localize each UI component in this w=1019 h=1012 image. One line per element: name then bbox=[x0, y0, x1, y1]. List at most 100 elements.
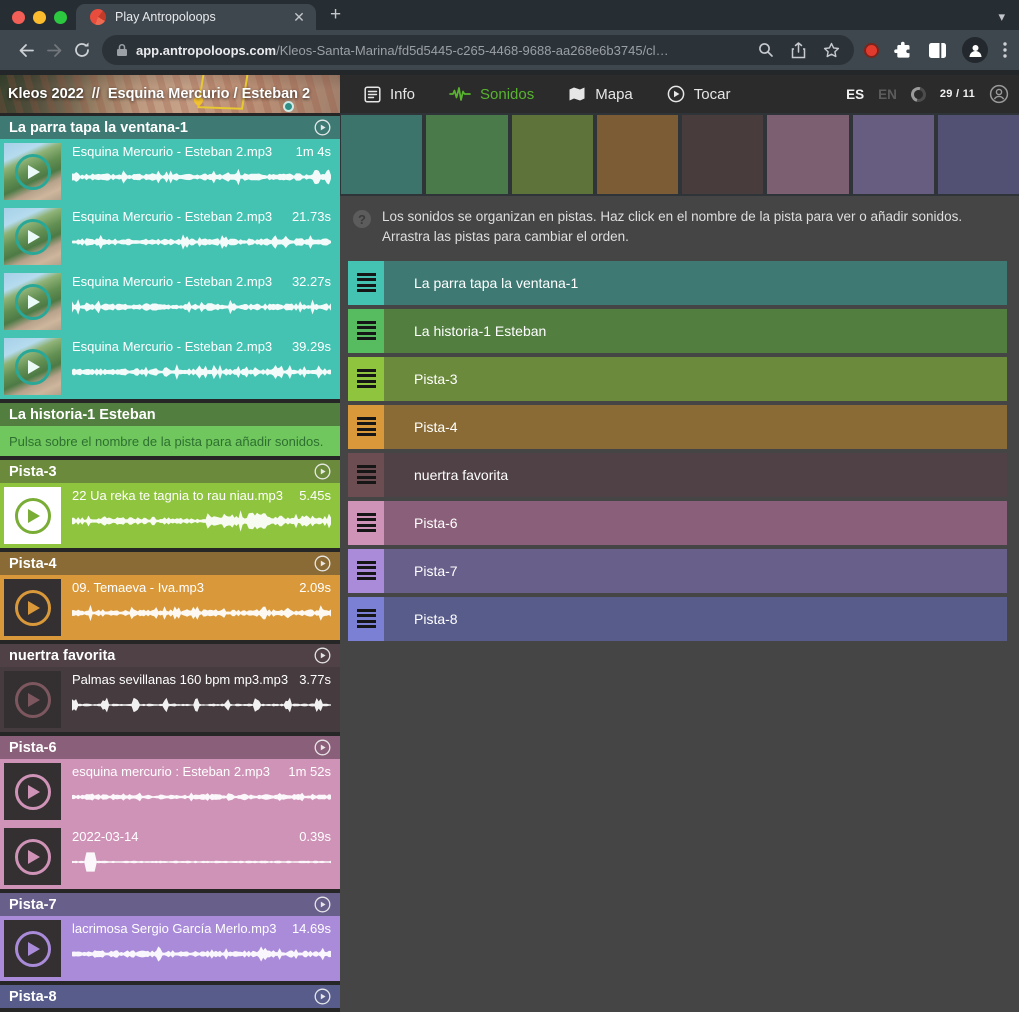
recording-indicator-icon[interactable] bbox=[864, 43, 879, 58]
clip-title: Esquina Mercurio - Esteban 2.mp3 bbox=[72, 339, 282, 354]
track-play-button[interactable] bbox=[314, 463, 331, 480]
audio-clip[interactable]: 09. Temaeva - Iva.mp32.09s bbox=[0, 575, 340, 640]
tab-mapa[interactable]: Mapa bbox=[568, 86, 633, 103]
drag-handle[interactable] bbox=[348, 597, 384, 641]
tab-tocar[interactable]: Tocar bbox=[667, 85, 731, 103]
audio-clip[interactable]: 2022-03-140.39s bbox=[0, 824, 340, 889]
clip-play-button[interactable] bbox=[15, 154, 51, 190]
play-triangle-icon bbox=[28, 509, 40, 523]
sidebar-track-header[interactable]: nuertra favorita bbox=[0, 644, 340, 667]
app-header: Kleos 2022 // Esquina Mercurio / Esteban… bbox=[0, 75, 1019, 113]
sidebar-track-header[interactable]: Pista-6 bbox=[0, 736, 340, 759]
track-play-button[interactable] bbox=[314, 647, 331, 664]
audio-clip[interactable]: Esquina Mercurio - Esteban 2.mp31m 4s bbox=[0, 139, 340, 204]
account-icon[interactable] bbox=[989, 84, 1009, 104]
browser-tab-strip: Play Antropoloops ✕ + ▾ bbox=[0, 0, 1019, 30]
tab-info[interactable]: Info bbox=[364, 86, 415, 103]
app-nav: Info Sonidos Mapa Tocar bbox=[364, 85, 730, 103]
track-row[interactable]: nuertra favorita bbox=[348, 453, 1007, 497]
drag-handle[interactable] bbox=[348, 309, 384, 353]
drag-handle[interactable] bbox=[348, 405, 384, 449]
clip-play-button[interactable] bbox=[15, 349, 51, 385]
track-row[interactable]: La parra tapa la ventana-1 bbox=[348, 261, 1007, 305]
track-row[interactable]: Pista-8 bbox=[348, 597, 1007, 641]
track-play-button[interactable] bbox=[314, 896, 331, 913]
clip-play-button[interactable] bbox=[15, 590, 51, 626]
side-panel-icon[interactable] bbox=[928, 42, 947, 59]
tab-close-icon[interactable]: ✕ bbox=[290, 8, 308, 26]
new-tab-button[interactable]: + bbox=[330, 7, 341, 23]
info-list-icon bbox=[364, 86, 381, 103]
drag-handle[interactable] bbox=[348, 501, 384, 545]
sidebar-track-name: Pista-8 bbox=[9, 989, 57, 1005]
track-row-bar[interactable]: Pista-6 bbox=[384, 501, 1007, 545]
track-row-bar[interactable]: La historia-1 Esteban bbox=[384, 309, 1007, 353]
url-bar[interactable]: app.antropoloops.com/Kleos-Santa-Marina/… bbox=[102, 35, 854, 65]
reload-button[interactable] bbox=[68, 36, 96, 64]
track-row-bar[interactable]: Pista-4 bbox=[384, 405, 1007, 449]
bookmark-star-icon[interactable] bbox=[823, 42, 840, 58]
track-row-bar[interactable]: Pista-8 bbox=[384, 597, 1007, 641]
track-row-bar[interactable]: nuertra favorita bbox=[384, 453, 1007, 497]
drag-handle-icon bbox=[357, 465, 376, 484]
track-play-button[interactable] bbox=[314, 119, 331, 136]
browser-menu-kebab-icon[interactable] bbox=[1003, 42, 1007, 58]
play-triangle-icon bbox=[28, 360, 40, 374]
drag-handle[interactable] bbox=[348, 357, 384, 401]
drag-handle[interactable] bbox=[348, 453, 384, 497]
track-play-button[interactable] bbox=[314, 988, 331, 1005]
breadcrumb-project[interactable]: Kleos 2022 bbox=[8, 86, 84, 102]
profile-avatar[interactable] bbox=[962, 37, 988, 63]
track-row[interactable]: Pista-3 bbox=[348, 357, 1007, 401]
track-row-label: La parra tapa la ventana-1 bbox=[414, 275, 578, 291]
zoom-icon[interactable] bbox=[758, 42, 774, 58]
lang-en-button[interactable]: EN bbox=[878, 87, 897, 102]
clip-duration: 3.77s bbox=[299, 672, 331, 687]
back-button[interactable] bbox=[12, 36, 40, 64]
audio-clip[interactable]: Esquina Mercurio - Esteban 2.mp332.27s bbox=[0, 269, 340, 334]
forward-button[interactable] bbox=[40, 36, 68, 64]
clip-play-button[interactable] bbox=[15, 839, 51, 875]
clip-waveform bbox=[72, 693, 331, 717]
track-row-bar[interactable]: La parra tapa la ventana-1 bbox=[384, 261, 1007, 305]
track-row-bar[interactable]: Pista-7 bbox=[384, 549, 1007, 593]
drag-handle[interactable] bbox=[348, 549, 384, 593]
tab-sonidos[interactable]: Sonidos bbox=[449, 86, 534, 103]
audio-clip[interactable]: lacrimosa Sergio García Merlo.mp314.69s bbox=[0, 916, 340, 981]
clip-play-button[interactable] bbox=[15, 931, 51, 967]
clip-play-button[interactable] bbox=[15, 774, 51, 810]
clip-play-button[interactable] bbox=[15, 219, 51, 255]
sidebar-track-header[interactable]: La historia-1 Esteban bbox=[0, 403, 340, 426]
sidebar-track-header[interactable]: La parra tapa la ventana-1 bbox=[0, 116, 340, 139]
extensions-puzzle-icon[interactable] bbox=[894, 41, 913, 60]
lang-es-button[interactable]: ES bbox=[846, 87, 864, 102]
minimize-window-button[interactable] bbox=[33, 11, 46, 24]
sidebar-track-header[interactable]: Pista-8 bbox=[0, 985, 340, 1008]
track-row[interactable]: Pista-7 bbox=[348, 549, 1007, 593]
track-row-bar[interactable]: Pista-3 bbox=[384, 357, 1007, 401]
clip-play-button[interactable] bbox=[15, 682, 51, 718]
lock-icon bbox=[116, 43, 128, 57]
track-row[interactable]: La historia-1 Esteban bbox=[348, 309, 1007, 353]
audio-clip[interactable]: 22 Ua reka te tagnia to rau niau.mp35.45… bbox=[0, 483, 340, 548]
sidebar-track-header[interactable]: Pista-3 bbox=[0, 460, 340, 483]
sidebar-track-header[interactable]: Pista-7 bbox=[0, 893, 340, 916]
audio-clip[interactable]: esquina mercurio : Esteban 2.mp31m 52s bbox=[0, 759, 340, 824]
audio-clip[interactable]: Esquina Mercurio - Esteban 2.mp321.73s bbox=[0, 204, 340, 269]
drag-handle[interactable] bbox=[348, 261, 384, 305]
track-play-button[interactable] bbox=[314, 555, 331, 572]
fullscreen-window-button[interactable] bbox=[54, 11, 67, 24]
audio-clip[interactable]: Palmas sevillanas 160 bpm mp3.mp33.77s bbox=[0, 667, 340, 732]
audio-clip[interactable]: Esquina Mercurio - Esteban 2.mp339.29s bbox=[0, 334, 340, 399]
share-icon[interactable] bbox=[791, 42, 806, 59]
track-color-swatch bbox=[426, 115, 507, 194]
track-row[interactable]: Pista-6 bbox=[348, 501, 1007, 545]
browser-tab[interactable]: Play Antropoloops ✕ bbox=[76, 4, 316, 30]
track-play-button[interactable] bbox=[314, 739, 331, 756]
track-row[interactable]: Pista-4 bbox=[348, 405, 1007, 449]
clip-play-button[interactable] bbox=[15, 284, 51, 320]
clip-play-button[interactable] bbox=[15, 498, 51, 534]
tab-search-chevron-icon[interactable]: ▾ bbox=[998, 9, 1005, 25]
sidebar-track-header[interactable]: Pista-4 bbox=[0, 552, 340, 575]
close-window-button[interactable] bbox=[12, 11, 25, 24]
